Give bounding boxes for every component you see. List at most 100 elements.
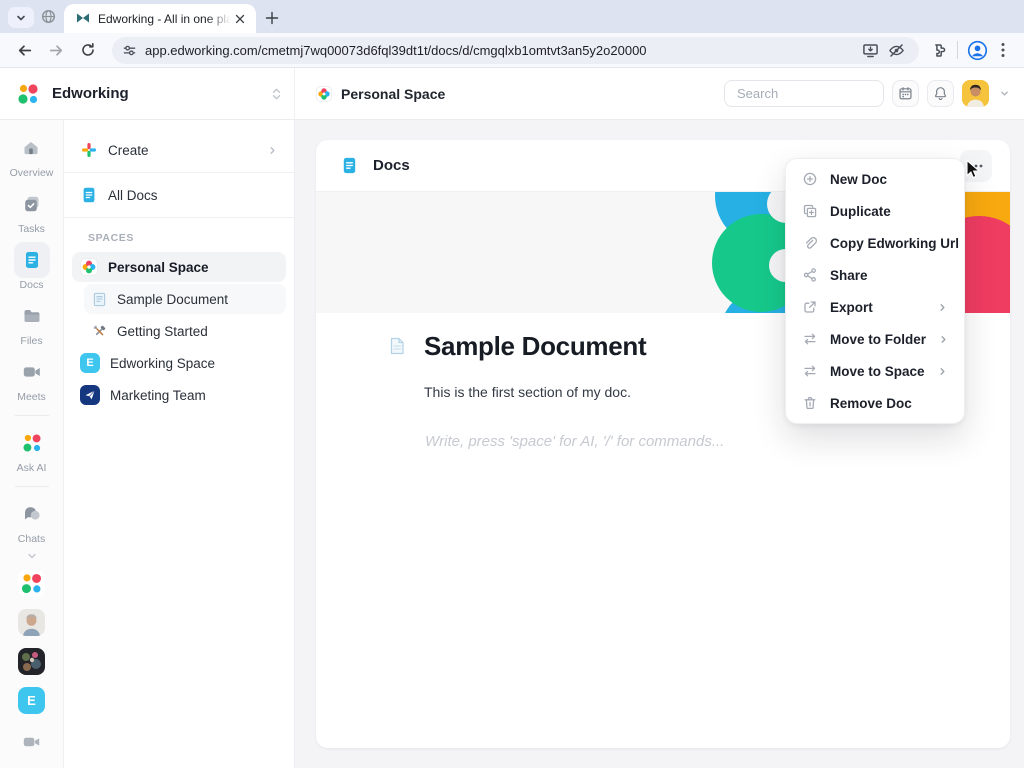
menu-item-export[interactable]: Export [786,291,964,323]
all-docs-item[interactable]: All Docs [64,173,294,217]
tab-close-icon[interactable] [231,10,248,27]
doc-page-icon [389,337,405,355]
chat-space-avatar-e[interactable]: E [18,687,45,714]
share-icon [802,267,818,283]
rail-item-overview[interactable]: Overview [10,130,54,179]
rail-item-docs[interactable]: Docs [14,242,50,291]
sidebar-item-marketing-team[interactable]: Marketing Team [72,380,286,410]
workspace-name: Edworking [52,85,271,102]
chevron-right-icon [937,302,948,313]
calendar-button[interactable] [892,80,919,107]
eye-off-icon[interactable] [883,37,909,63]
home-icon [13,130,49,166]
menu-item-remove-doc[interactable]: Remove Doc [786,387,964,419]
doc-placeholder[interactable]: Write, press 'space' for AI, '/' for com… [425,433,1010,450]
search-input[interactable] [724,80,884,107]
edworking-dots-icon [14,425,50,461]
rail-item-meets[interactable]: Meets [14,354,50,403]
docs-panel-icon [340,156,359,175]
menu-item-copy-url[interactable]: Copy Edworking Url [786,227,964,259]
rail-item-ask-ai[interactable]: Ask AI [14,425,50,474]
doc-context-menu: New Doc Duplicate Copy Edworking Url Sha… [785,158,965,424]
duplicate-icon [802,203,818,219]
tools-icon [92,324,107,339]
export-icon [802,299,818,315]
rail-item-files[interactable]: Files [14,298,50,347]
tab-search-button[interactable] [8,7,34,28]
rail-item-chats[interactable]: Chats [14,496,50,545]
tab-title: Edworking - All in one platfo [98,12,231,26]
folder-icon [14,298,50,334]
sidebar-item-label: Personal Space [108,260,278,275]
notifications-button[interactable] [927,80,954,107]
icon-rail: Overview Tasks Docs Files Meets Ask AI [0,120,64,768]
edworking-logo [16,82,40,106]
sidebar-item-edworking-space[interactable]: E Edworking Space [72,348,286,378]
docs-sidebar: Create All Docs SPACES Personal Space Sa… [64,120,295,768]
browser-toolbar: app.edworking.com/cmetmj7wq00073d6fql39d… [0,33,1024,68]
chevron-right-icon [267,145,278,156]
chat-user-avatar-1[interactable] [18,609,45,636]
browser-tab[interactable]: Edworking - All in one platfo [64,4,256,33]
rail-item-tasks[interactable]: Tasks [14,186,50,235]
doc-title[interactable]: Sample Document [424,331,646,362]
pinwheel-icon [80,258,98,276]
create-button[interactable]: Create [64,128,294,172]
reload-button[interactable] [75,37,101,63]
menu-item-move-to-folder[interactable]: Move to Folder [786,323,964,355]
video-icon [14,354,50,390]
toolbar-separator [957,41,958,59]
meeting-camera-icon[interactable] [22,732,42,752]
forward-button[interactable] [43,37,69,63]
chevron-right-icon [937,366,948,377]
chat-edworking-logo-avatar[interactable] [18,570,45,597]
url-bar[interactable]: app.edworking.com/cmetmj7wq00073d6fql39d… [112,37,919,64]
sidebar-item-sample-document[interactable]: Sample Document [84,284,286,314]
spaces-heading: SPACES [64,218,294,252]
plus-circle-icon [802,171,818,187]
menu-item-duplicate[interactable]: Duplicate [786,195,964,227]
profile-icon[interactable] [964,37,990,63]
tab-strip: Edworking - All in one platfo [0,0,1024,33]
main-header: Personal Space [295,68,1024,119]
user-avatar[interactable] [962,80,989,107]
mouse-cursor [963,159,983,181]
back-button[interactable] [11,37,37,63]
rail-divider [15,486,49,487]
paper-plane-icon [80,385,100,405]
chat-user-avatar-2[interactable] [18,648,45,675]
menu-item-new-doc[interactable]: New Doc [786,163,964,195]
space-badge-e: E [80,353,100,373]
rail-divider [15,415,49,416]
page-title: Personal Space [341,86,445,102]
all-docs-icon [80,186,98,204]
create-plus-icon [80,141,98,159]
site-settings-icon[interactable] [122,43,137,58]
workspace-switcher-icon[interactable] [271,87,282,101]
account-chevron-icon[interactable] [999,88,1010,99]
swap-arrows-icon [802,363,818,379]
install-app-icon[interactable] [857,37,883,63]
app-header: Edworking Personal Space [0,68,1024,120]
trash-icon [802,395,818,411]
menu-item-share[interactable]: Share [786,259,964,291]
sidebar-item-personal-space[interactable]: Personal Space [72,252,286,282]
sidebar-item-label: Getting Started [117,324,278,339]
browser-menu-icon[interactable] [990,37,1016,63]
swap-arrows-icon [802,331,818,347]
sidebar-item-label: Marketing Team [110,388,278,403]
page-icon [92,292,107,307]
chevron-right-icon [938,334,949,345]
sidebar-item-getting-started[interactable]: Getting Started [84,316,286,346]
menu-item-move-to-space[interactable]: Move to Space [786,355,964,387]
url-text[interactable]: app.edworking.com/cmetmj7wq00073d6fql39d… [145,43,857,58]
toolbar-actions [925,37,1016,63]
chats-collapse-icon[interactable] [26,550,38,562]
chat-bubbles-icon [14,496,50,532]
extensions-icon[interactable] [925,37,951,63]
chevron-down-icon [15,12,27,24]
breadcrumb: Personal Space [316,86,724,102]
globe-icon[interactable] [41,9,56,24]
header-actions [724,80,1010,107]
new-tab-button[interactable] [262,8,281,27]
